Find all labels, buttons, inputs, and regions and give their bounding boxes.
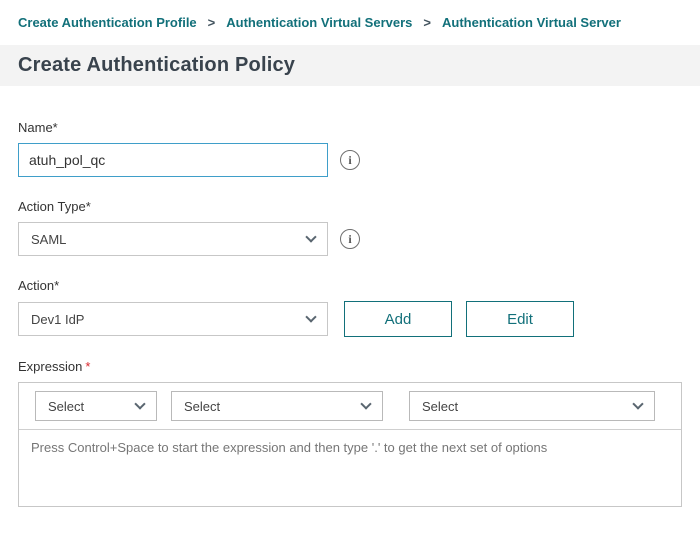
action-field: Action* Dev1 IdP Add Edit	[18, 278, 682, 337]
edit-button[interactable]: Edit	[466, 301, 574, 337]
action-label: Action*	[18, 278, 682, 293]
action-type-field: Action Type* SAML i	[18, 199, 682, 256]
expression-select-3-value: Select	[422, 399, 458, 414]
page-title: Create Authentication Policy	[18, 54, 295, 77]
name-label: Name*	[18, 120, 682, 135]
chevron-down-icon	[305, 311, 316, 322]
action-type-select[interactable]: SAML	[18, 222, 328, 256]
expression-select-1[interactable]: Select	[35, 391, 157, 421]
required-asterisk: *	[85, 359, 90, 374]
page-header: Create Authentication Policy	[0, 45, 700, 86]
breadcrumb-separator-icon: >	[208, 15, 216, 30]
breadcrumb: Create Authentication Profile > Authenti…	[0, 0, 700, 45]
expression-label: Expression*	[18, 359, 682, 374]
add-button[interactable]: Add	[344, 301, 452, 337]
chevron-down-icon	[134, 398, 145, 409]
expression-select-1-value: Select	[48, 399, 84, 414]
breadcrumb-link-authentication-virtual-server[interactable]: Authentication Virtual Server	[442, 15, 621, 30]
chevron-down-icon	[632, 398, 643, 409]
name-field: Name* i	[18, 120, 682, 177]
expression-label-text: Expression	[18, 359, 82, 374]
expression-input[interactable]	[19, 430, 681, 506]
chevron-down-icon	[360, 398, 371, 409]
info-icon[interactable]: i	[340, 150, 360, 170]
expression-select-2-value: Select	[184, 399, 220, 414]
breadcrumb-separator-icon: >	[423, 15, 431, 30]
create-authentication-policy-page: Create Authentication Profile > Authenti…	[0, 0, 700, 507]
breadcrumb-link-create-authentication-profile[interactable]: Create Authentication Profile	[18, 15, 197, 30]
action-type-selected-value: SAML	[31, 232, 66, 247]
expression-select-3[interactable]: Select	[409, 391, 655, 421]
info-icon[interactable]: i	[340, 229, 360, 249]
expression-builder: Select Select Select	[18, 382, 682, 507]
expression-field: Expression* Select Select Select	[18, 359, 682, 507]
action-selected-value: Dev1 IdP	[31, 312, 84, 327]
name-input[interactable]	[18, 143, 328, 177]
action-type-label: Action Type*	[18, 199, 682, 214]
expression-select-2[interactable]: Select	[171, 391, 383, 421]
expression-toolbar: Select Select Select	[19, 383, 681, 430]
action-select[interactable]: Dev1 IdP	[18, 302, 328, 336]
breadcrumb-link-authentication-virtual-servers[interactable]: Authentication Virtual Servers	[226, 15, 412, 30]
policy-form: Name* i Action Type* SAML i Action* Dev1…	[0, 86, 700, 507]
chevron-down-icon	[305, 231, 316, 242]
